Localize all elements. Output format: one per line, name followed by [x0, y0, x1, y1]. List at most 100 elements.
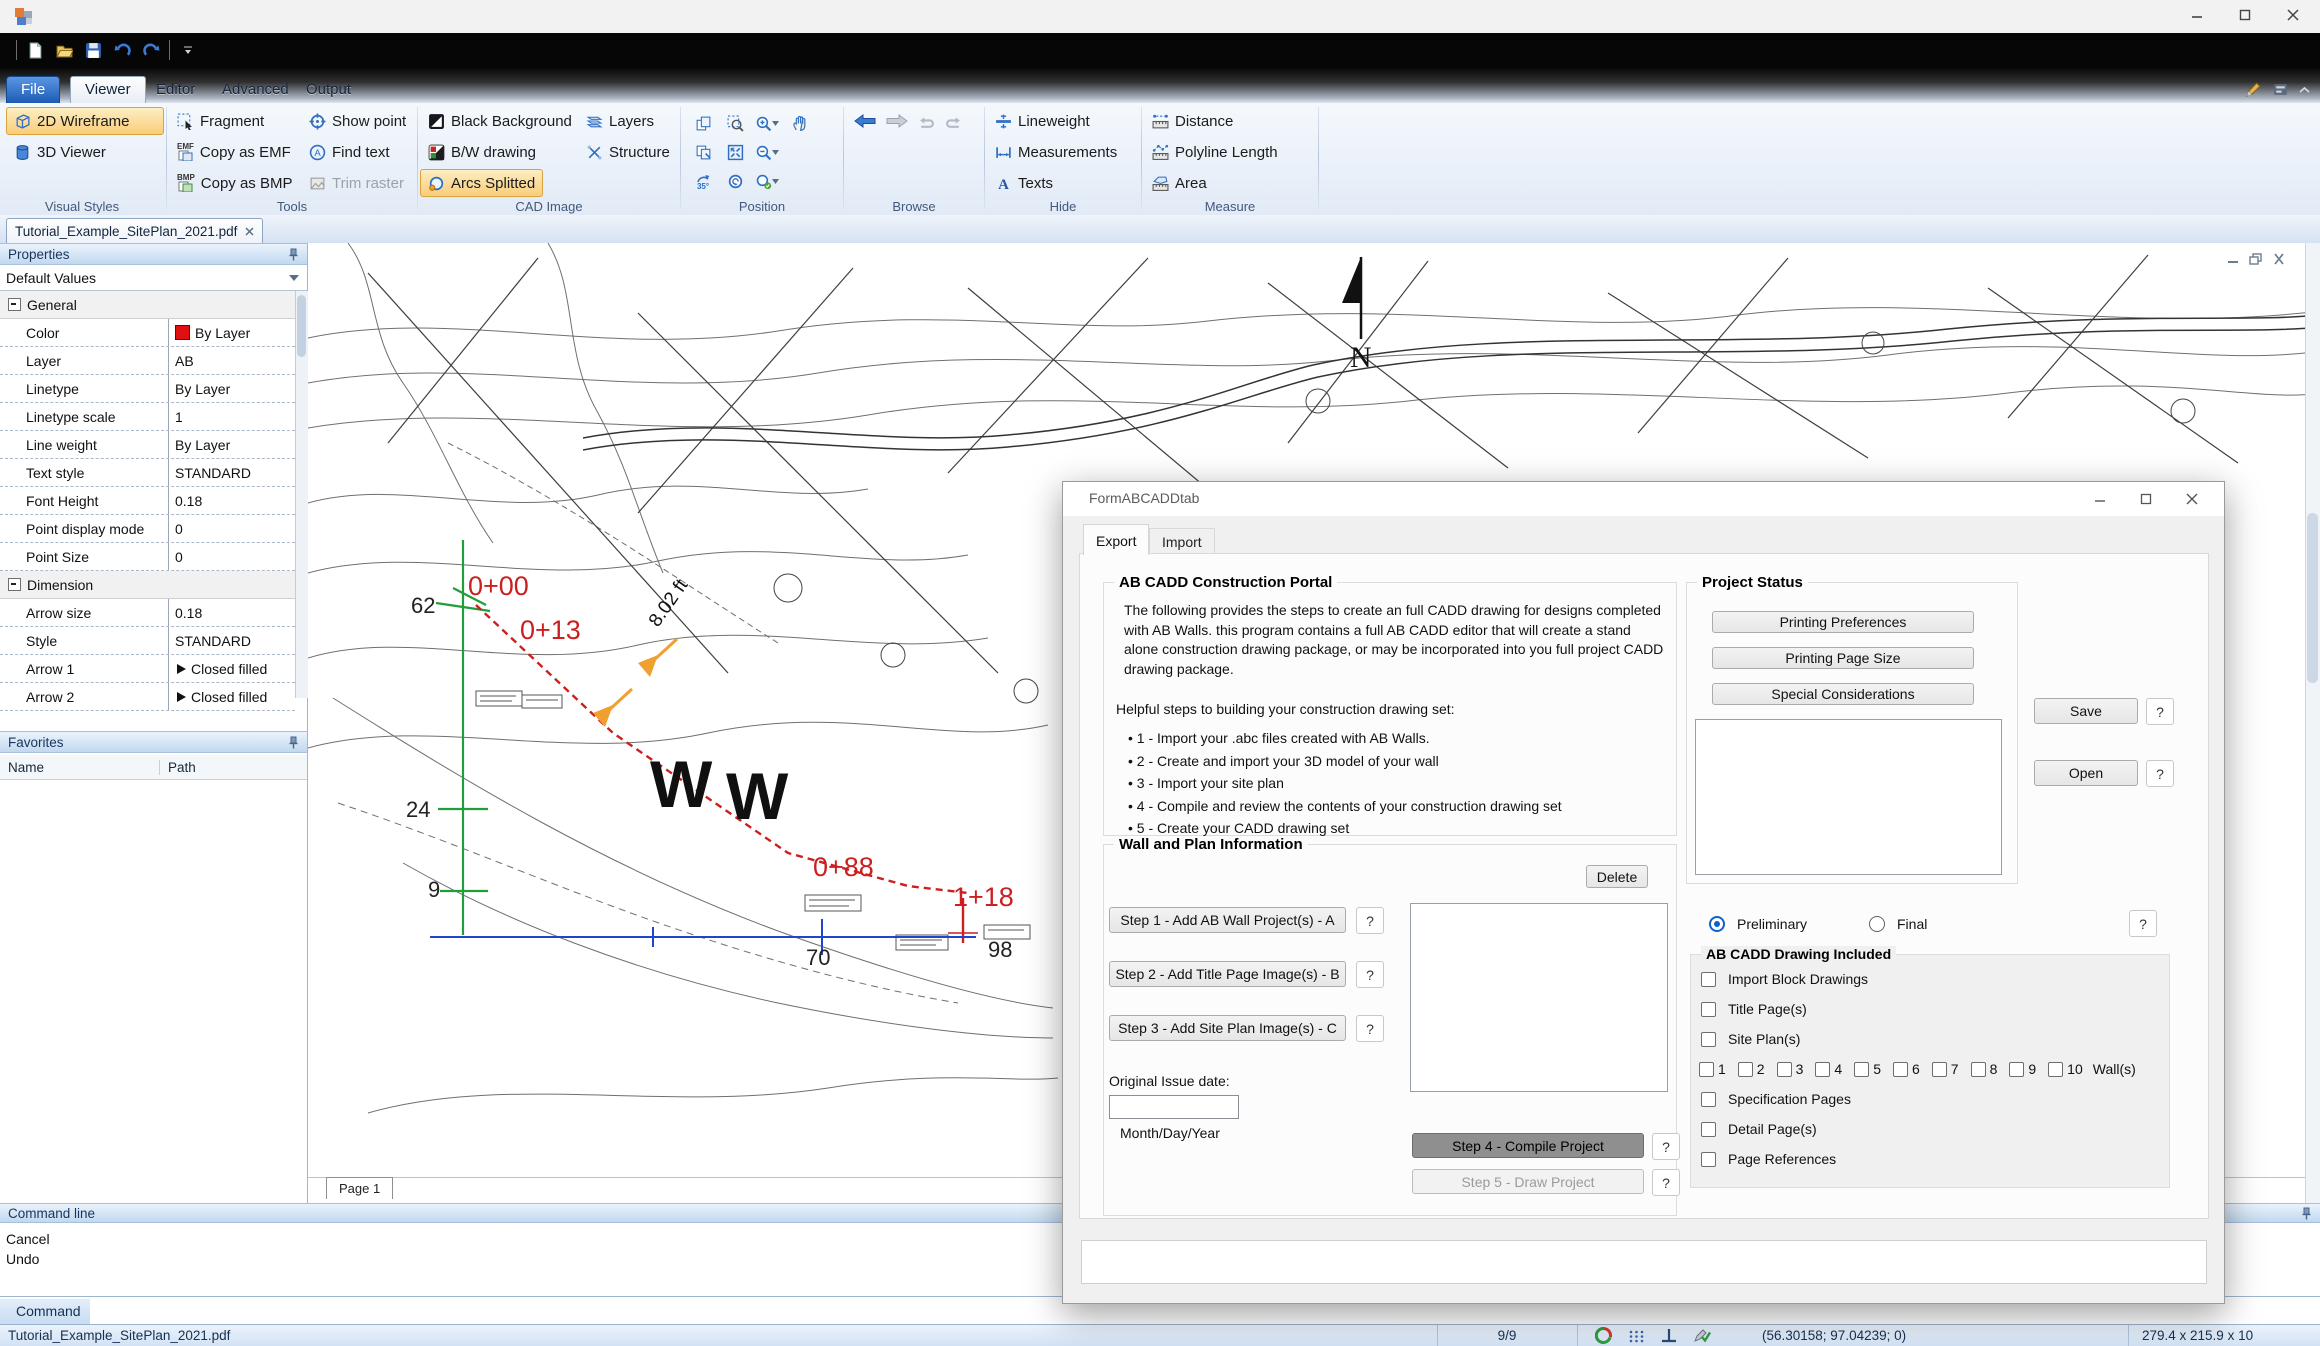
zoom-previous-icon[interactable]: [727, 173, 744, 190]
close-icon[interactable]: [245, 227, 254, 236]
document-tab[interactable]: Tutorial_Example_SitePlan_2021.pdf: [6, 218, 263, 243]
zoom-extents-icon[interactable]: [755, 173, 779, 190]
open-file-icon[interactable]: [53, 39, 75, 61]
tab-output[interactable]: Output: [292, 77, 365, 103]
fit-to-screen-icon[interactable]: [727, 144, 744, 161]
canvas-scrollbar[interactable]: [2305, 243, 2320, 1203]
favorites-name-column[interactable]: Name: [0, 760, 160, 775]
checkbox-icon[interactable]: [1701, 972, 1716, 987]
property-row[interactable]: Arrow size0.18: [0, 599, 295, 627]
checkbox-icon[interactable]: [1701, 1002, 1716, 1017]
measure-polyline-length-button[interactable]: Polyline Length: [1144, 138, 1316, 166]
2d-wireframe-button[interactable]: 2D Wireframe: [6, 107, 164, 135]
status-record-icon[interactable]: [1595, 1327, 1612, 1344]
property-row[interactable]: Arrow 2Closed filled: [0, 683, 295, 711]
detail-pages-checkbox[interactable]: Detail Page(s): [1701, 1121, 1817, 1137]
project-files-listbox[interactable]: [1410, 903, 1668, 1092]
step1-add-wall-projects-button[interactable]: Step 1 - Add AB Wall Project(s) - A: [1109, 907, 1346, 933]
property-group-row[interactable]: General: [0, 291, 295, 319]
status-help-button[interactable]: ?: [2129, 910, 2157, 937]
dialog-tab-export[interactable]: Export: [1083, 524, 1149, 555]
undo-icon[interactable]: [111, 39, 133, 61]
checkbox-icon[interactable]: [1701, 1032, 1716, 1047]
mdi-minimize-icon[interactable]: [2226, 253, 2240, 265]
zoom-window-icon[interactable]: [727, 115, 744, 132]
wall-1-checkbox[interactable]: [1699, 1062, 1714, 1077]
property-row[interactable]: StyleSTANDARD: [0, 627, 295, 655]
dialog-tab-import[interactable]: Import: [1149, 528, 1215, 555]
wall-8-checkbox[interactable]: [1971, 1062, 1986, 1077]
dialog-close-button[interactable]: [2171, 486, 2213, 512]
trim-raster-button[interactable]: Trim raster: [301, 169, 413, 197]
property-row[interactable]: Text styleSTANDARD: [0, 459, 295, 487]
tab-advanced[interactable]: Advanced: [208, 77, 303, 103]
wall-4-checkbox[interactable]: [1815, 1062, 1830, 1077]
window-maximize-button[interactable]: [2222, 0, 2268, 30]
property-row[interactable]: Arrow 1Closed filled: [0, 655, 295, 683]
property-row[interactable]: Line weightBy Layer: [0, 431, 295, 459]
property-row[interactable]: Point Size0: [0, 543, 295, 571]
special-considerations-button[interactable]: Special Considerations: [1712, 683, 1974, 705]
measure-distance-button[interactable]: Distance: [1144, 107, 1316, 135]
bw-drawing-button[interactable]: B/W drawing: [420, 138, 578, 166]
status-grid-snap-icon[interactable]: [1628, 1327, 1645, 1344]
3d-viewer-button[interactable]: 3D Viewer: [6, 138, 164, 166]
checkbox-icon[interactable]: [1701, 1152, 1716, 1167]
step5-draw-project-button[interactable]: Step 5 - Draw Project: [1412, 1169, 1644, 1194]
previous-view-icon[interactable]: [918, 113, 935, 130]
wall-9-checkbox[interactable]: [2009, 1062, 2024, 1077]
arcs-splitted-button[interactable]: Arcs Splitted: [420, 169, 543, 197]
mdi-restore-icon[interactable]: [2249, 253, 2263, 265]
open-help-button[interactable]: ?: [2146, 760, 2174, 787]
tab-viewer[interactable]: Viewer: [70, 76, 146, 103]
black-background-button[interactable]: Black Background: [420, 107, 578, 135]
properties-panel-header[interactable]: Properties: [0, 243, 307, 265]
printing-page-size-button[interactable]: Printing Page Size: [1712, 647, 1974, 669]
structure-button[interactable]: Structure: [578, 138, 674, 166]
redo-icon[interactable]: [140, 39, 162, 61]
collapse-icon[interactable]: [8, 578, 21, 591]
property-group-row[interactable]: Dimension: [0, 571, 295, 599]
save-button[interactable]: Save: [2034, 698, 2138, 724]
save-help-button[interactable]: ?: [2146, 698, 2174, 725]
property-row[interactable]: LayerAB: [0, 347, 295, 375]
specification-pages-checkbox[interactable]: Specification Pages: [1701, 1091, 1851, 1107]
printing-preferences-button[interactable]: Printing Preferences: [1712, 611, 1974, 633]
window-close-button[interactable]: [2270, 0, 2316, 30]
pin-icon[interactable]: [2301, 1207, 2312, 1220]
page-references-checkbox[interactable]: Page References: [1701, 1151, 1836, 1167]
copy-view-icon[interactable]: [695, 144, 712, 161]
title-pages-checkbox[interactable]: Title Page(s): [1701, 1001, 1807, 1017]
favorites-panel-header[interactable]: Favorites: [0, 731, 307, 753]
checkbox-icon[interactable]: [1701, 1092, 1716, 1107]
tab-editor[interactable]: Editor: [142, 77, 209, 103]
properties-preset-dropdown[interactable]: Default Values: [0, 265, 307, 291]
hide-lineweight-button[interactable]: Lineweight: [987, 107, 1139, 135]
property-row[interactable]: ColorBy Layer: [0, 319, 295, 347]
layers-button[interactable]: Layers: [578, 107, 674, 135]
move-page-icon[interactable]: [695, 115, 712, 132]
zoom-out-icon[interactable]: [755, 144, 779, 161]
site-plans-checkbox[interactable]: Site Plan(s): [1701, 1031, 1800, 1047]
property-row[interactable]: LinetypeBy Layer: [0, 375, 295, 403]
step4-compile-project-button[interactable]: Step 4 - Compile Project: [1412, 1133, 1644, 1158]
wall-7-checkbox[interactable]: [1932, 1062, 1947, 1077]
dialog-title-bar[interactable]: FormABCADDtab: [1063, 482, 2224, 516]
step2-add-title-page-button[interactable]: Step 2 - Add Title Page Image(s) - B: [1109, 961, 1346, 987]
status-draft-check-icon[interactable]: [1692, 1327, 1711, 1344]
new-file-icon[interactable]: [24, 39, 46, 61]
wall-5-checkbox[interactable]: [1854, 1062, 1869, 1077]
import-block-drawings-checkbox[interactable]: Import Block Drawings: [1701, 971, 1868, 987]
collapse-ribbon-icon[interactable]: [2299, 85, 2310, 95]
delete-button[interactable]: Delete: [1586, 865, 1648, 888]
pin-icon[interactable]: [288, 248, 299, 261]
scrollbar-thumb[interactable]: [297, 295, 306, 357]
dialog-maximize-button[interactable]: [2125, 486, 2167, 512]
find-text-button[interactable]: A Find text: [301, 138, 413, 166]
status-ortho-icon[interactable]: [1661, 1327, 1677, 1344]
final-radio[interactable]: Final: [1869, 916, 1927, 932]
wall-2-checkbox[interactable]: [1738, 1062, 1753, 1077]
forward-arrow-icon[interactable]: [886, 113, 908, 130]
next-view-icon[interactable]: [945, 113, 962, 130]
mdi-close-icon[interactable]: [2272, 253, 2286, 265]
